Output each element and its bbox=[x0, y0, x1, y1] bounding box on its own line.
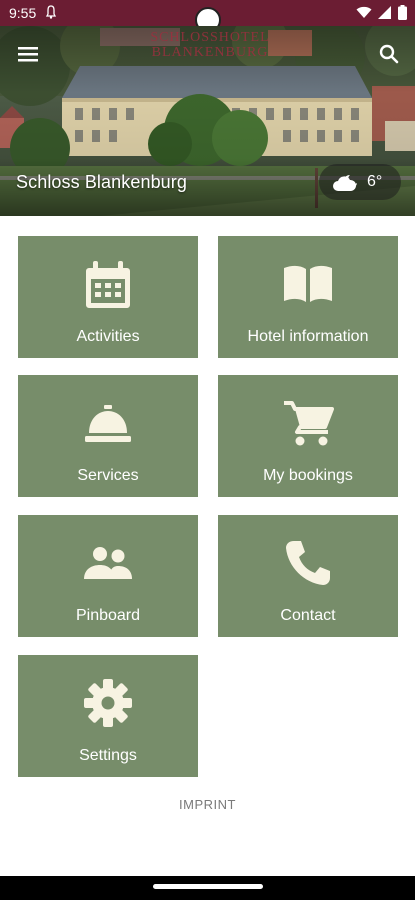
tile-label: Contact bbox=[280, 607, 336, 624]
tile-label: Hotel information bbox=[247, 328, 369, 345]
tile-label: Activities bbox=[76, 328, 140, 345]
imprint-link[interactable]: IMPRINT bbox=[0, 797, 415, 812]
hamburger-menu-icon[interactable] bbox=[15, 42, 43, 66]
phone-icon bbox=[286, 541, 330, 585]
tile-label: Services bbox=[77, 467, 139, 484]
status-time: 9:55 bbox=[9, 5, 37, 21]
shopping-cart-icon bbox=[284, 401, 334, 446]
notification-icon bbox=[46, 5, 56, 19]
battery-icon bbox=[398, 5, 407, 20]
tile-hotel-information[interactable]: Hotel information bbox=[218, 236, 398, 358]
cellular-icon bbox=[378, 6, 391, 19]
service-bell-icon bbox=[85, 405, 131, 442]
tile-activities[interactable]: Activities bbox=[18, 236, 198, 358]
tile-label: My bookings bbox=[263, 467, 353, 484]
tile-label: Pinboard bbox=[75, 607, 141, 624]
hotel-logo: SCHLOSSHOTEL BLANKENBURG bbox=[150, 30, 270, 60]
navigation-bar bbox=[0, 876, 415, 900]
home-gesture-handle[interactable] bbox=[153, 884, 263, 889]
tile-pinboard[interactable]: Pinboard bbox=[18, 515, 198, 637]
calendar-icon bbox=[86, 261, 130, 308]
status-bar: 9:55 bbox=[0, 0, 415, 33]
status-icons bbox=[356, 5, 407, 20]
tile-my-bookings[interactable]: My bookings bbox=[218, 375, 398, 497]
open-book-icon bbox=[284, 265, 332, 302]
tile-contact[interactable]: Contact bbox=[218, 515, 398, 637]
weather-widget[interactable]: 6° bbox=[319, 164, 401, 200]
tile-services[interactable]: Services bbox=[18, 375, 198, 497]
search-icon[interactable] bbox=[377, 42, 401, 66]
cloudy-night-icon bbox=[333, 175, 357, 191]
wifi-icon bbox=[356, 6, 372, 18]
people-icon bbox=[84, 547, 132, 579]
hotel-name: Schloss Blankenburg bbox=[16, 172, 188, 192]
gear-icon bbox=[84, 679, 132, 727]
hero-banner: SCHLOSSHOTEL BLANKENBURG Schloss Blankenb… bbox=[0, 26, 415, 216]
tile-label: Settings bbox=[79, 747, 137, 764]
tile-settings[interactable]: Settings bbox=[18, 655, 198, 777]
weather-temperature: 6° bbox=[367, 173, 383, 190]
